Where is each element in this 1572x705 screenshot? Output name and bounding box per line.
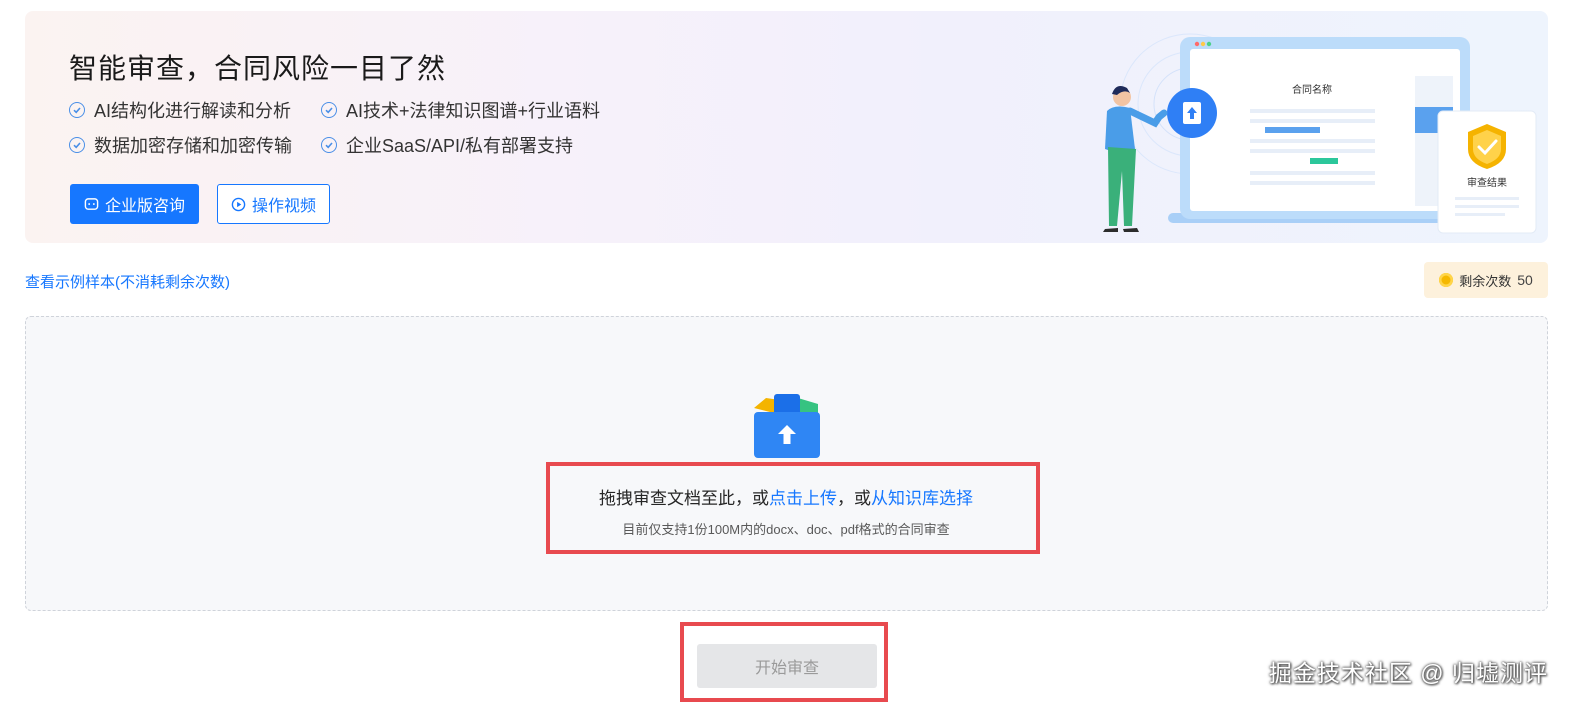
feature-item: AI技术+法律知识图谱+行业语料 <box>321 97 600 123</box>
feature-item: AI结构化进行解读和分析 <box>69 97 291 123</box>
feature-label: 数据加密存储和加密传输 <box>94 136 292 156</box>
coin-icon <box>1439 273 1454 287</box>
feature-label: 企业SaaS/API/私有部署支持 <box>346 136 574 156</box>
check-circle-icon <box>69 137 85 153</box>
operation-video-label: 操作视频 <box>251 198 316 215</box>
dropzone-hint: 目前仅支持1份100M内的docx、doc、pdf格式的合同审查 <box>622 522 950 537</box>
feature-item: 企业SaaS/API/私有部署支持 <box>321 132 573 158</box>
click-upload-link[interactable]: 点击上传 <box>769 489 837 508</box>
remaining-label: 剩余次数 <box>1459 273 1512 289</box>
check-circle-icon <box>321 137 337 153</box>
start-review-button[interactable]: 开始审查 <box>697 644 877 688</box>
contract-review-illustration: 合同名称 审查结果 <box>1103 33 1537 234</box>
select-from-knowledge-base-link[interactable]: 从知识库选择 <box>871 489 973 508</box>
remaining-count-badge: 剩余次数 50 <box>1424 262 1548 298</box>
chat-icon <box>84 197 99 210</box>
view-sample-link[interactable]: 查看示例样本(不消耗剩余次数) <box>25 271 230 292</box>
remaining-count: 50 <box>1517 272 1533 288</box>
feature-label: AI技术+法律知识图谱+行业语料 <box>346 101 601 121</box>
banner-title: 智能审查，合同风险一目了然 <box>69 53 447 84</box>
dropzone-text-middle: ，或 <box>837 489 871 508</box>
feature-label: AI结构化进行解读和分析 <box>94 101 292 121</box>
operation-video-button[interactable]: 操作视频 <box>217 184 330 224</box>
illustration-contract-name: 合同名称 <box>1292 83 1332 96</box>
play-circle-icon <box>231 197 246 211</box>
dropzone-text-before: 拖拽审查文档至此，或 <box>599 489 769 508</box>
dropzone-instruction: 拖拽审查文档至此，或点击上传，或从知识库选择 <box>0 484 1572 509</box>
feature-item: 数据加密存储和加密传输 <box>69 132 292 158</box>
hero-banner: 智能审查，合同风险一目了然 AI结构化进行解读和分析 AI技术+法律知识图谱+行… <box>25 11 1548 243</box>
check-circle-icon <box>69 102 85 118</box>
illustration-review-result: 审查结果 <box>1467 176 1507 189</box>
watermark: 掘金技术社区 @ 归墟测评 <box>1268 660 1548 686</box>
check-circle-icon <box>321 102 337 118</box>
upload-folder-icon <box>754 394 820 458</box>
enterprise-consult-button[interactable]: 企业版咨询 <box>70 184 199 224</box>
enterprise-consult-label: 企业版咨询 <box>104 198 185 215</box>
